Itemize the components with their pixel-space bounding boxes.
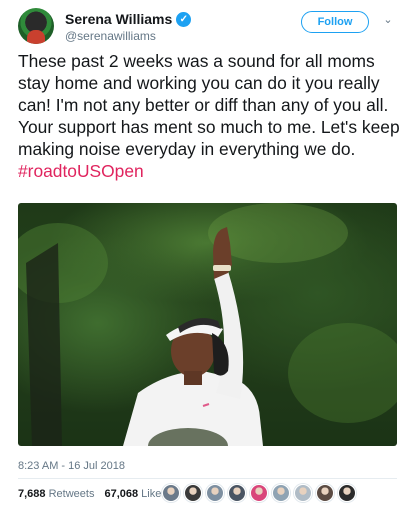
chevron-down-icon[interactable]: ⌄ [381, 13, 395, 27]
handle[interactable]: @serenawilliams [65, 29, 156, 43]
tweet-body: These past 2 weeks was a sound for all m… [18, 51, 400, 159]
photo-illustration [18, 203, 397, 446]
retweets-stat[interactable]: 7,688 Retweets [18, 488, 94, 500]
follow-button[interactable]: Follow [301, 11, 369, 33]
display-name[interactable]: Serena Williams [65, 11, 172, 27]
engagement-stats: 7,688 Retweets 67,068 Likes [18, 488, 167, 500]
tweet-card: Serena Williams ✓ @serenawilliams Follow… [0, 0, 417, 509]
liker-avatar[interactable] [316, 484, 334, 502]
verified-badge-icon: ✓ [176, 11, 192, 27]
liker-avatar[interactable] [294, 484, 312, 502]
liker-avatar[interactable] [184, 484, 202, 502]
likes-count: 67,068 [104, 488, 139, 500]
retweets-label: Retweets [48, 488, 95, 500]
liker-avatar[interactable] [250, 484, 268, 502]
divider [18, 478, 397, 479]
liker-avatar[interactable] [338, 484, 356, 502]
tweet-text: These past 2 weeks was a sound for all m… [18, 50, 410, 182]
liker-avatar[interactable] [206, 484, 224, 502]
tweet-photo[interactable] [18, 203, 397, 446]
retweets-count: 7,688 [18, 488, 46, 500]
hashtag-link[interactable]: #roadtoUSOpen [18, 161, 144, 181]
author-name-row: Serena Williams ✓ [65, 11, 192, 27]
liker-avatar[interactable] [228, 484, 246, 502]
avatar[interactable] [18, 8, 54, 44]
liker-avatar[interactable] [162, 484, 180, 502]
likes-stat[interactable]: 67,068 Likes [104, 488, 166, 500]
liker-avatar[interactable] [272, 484, 290, 502]
liker-avatars [162, 484, 360, 502]
timestamp[interactable]: 8:23 AM - 16 Jul 2018 [18, 460, 125, 472]
